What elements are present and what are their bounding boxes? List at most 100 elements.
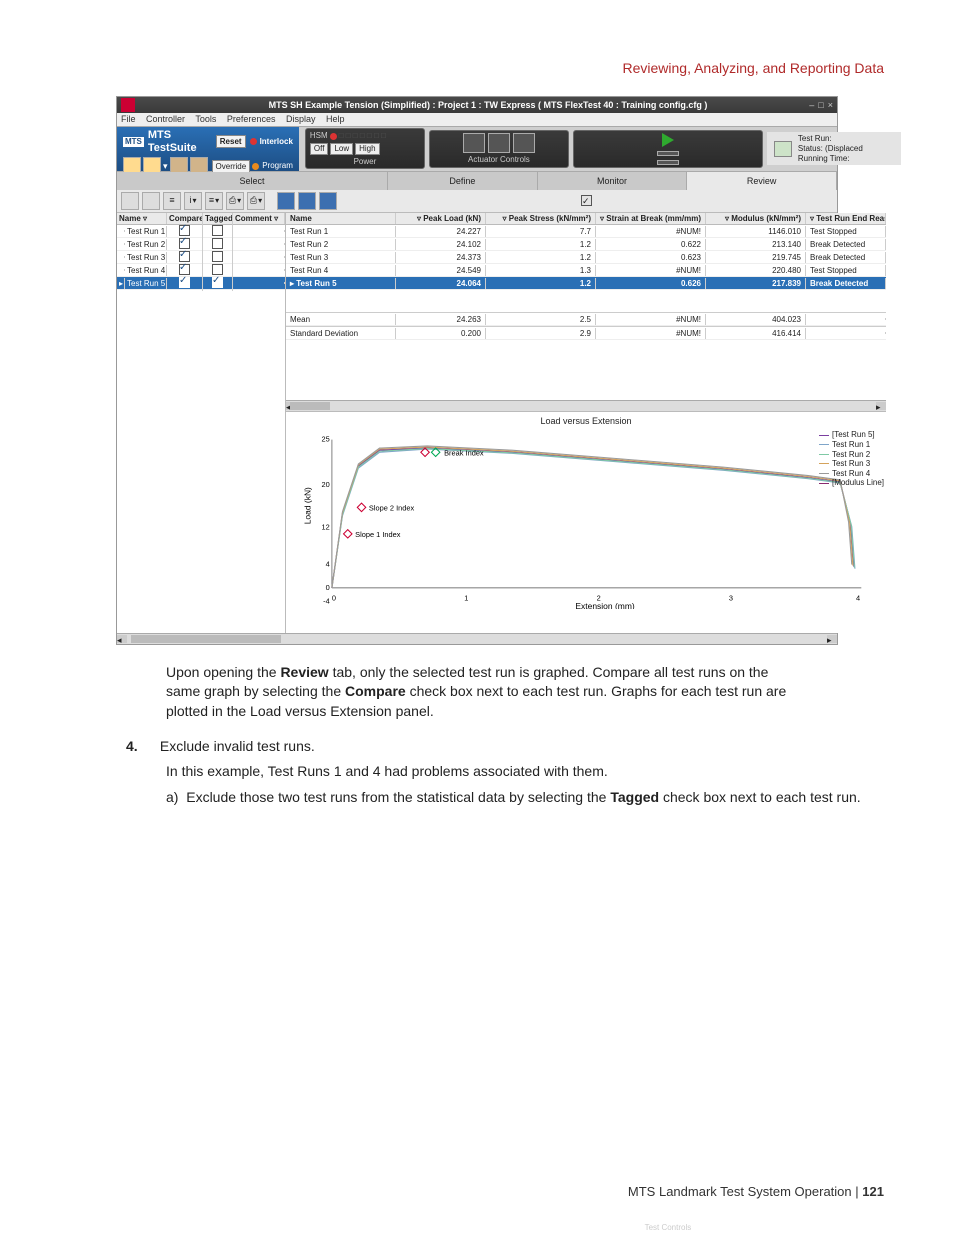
toolbar-icon[interactable]: i bbox=[184, 192, 202, 210]
app-icon bbox=[121, 98, 135, 112]
test-control-icon[interactable] bbox=[657, 151, 679, 156]
svg-text:12: 12 bbox=[322, 523, 330, 532]
override-button[interactable]: Override bbox=[212, 160, 251, 173]
run-row[interactable]: ▸Test Run 5 bbox=[117, 277, 285, 290]
section-header: Reviewing, Analyzing, and Reporting Data bbox=[70, 60, 884, 76]
legend-item: Test Run 1 bbox=[819, 440, 884, 450]
data-row[interactable]: Test Run 324.3731.20.623219.745Break Det… bbox=[286, 251, 886, 264]
hsm-label: HSM bbox=[310, 131, 328, 141]
comment-cell[interactable] bbox=[233, 269, 285, 271]
step-number: 4. bbox=[126, 738, 150, 754]
scroll-right-icon[interactable]: ▸ bbox=[876, 402, 886, 410]
menu-preferences[interactable]: Preferences bbox=[227, 114, 276, 124]
cell-name: Test Run 2 bbox=[286, 239, 396, 251]
col-name[interactable]: Name ▿ bbox=[117, 213, 167, 225]
data-row[interactable]: ▸ Test Run 524.0641.20.626217.839Break D… bbox=[286, 277, 886, 290]
actuator-icon[interactable] bbox=[488, 133, 510, 153]
actuator-icon[interactable] bbox=[463, 133, 485, 153]
ribbon-controller-panel: MTS MTS TestSuite Reset Interlock ▾ Over… bbox=[117, 127, 299, 171]
power-low-button[interactable]: Low bbox=[330, 143, 353, 155]
comment-cell[interactable] bbox=[233, 243, 285, 245]
tab-monitor[interactable]: Monitor bbox=[538, 172, 688, 190]
tab-define[interactable]: Define bbox=[388, 172, 538, 190]
toolbar-icon[interactable]: ⎙ bbox=[226, 192, 244, 210]
tagged-checkbox[interactable] bbox=[203, 276, 233, 292]
power-off-button[interactable]: Off bbox=[310, 143, 329, 155]
dcol-end[interactable]: ▿ Test Run End Reason bbox=[806, 213, 886, 225]
chart-title: Load versus Extension bbox=[290, 416, 882, 427]
menu-tools[interactable]: Tools bbox=[195, 114, 216, 124]
power-buttons: Off Low High bbox=[310, 143, 420, 155]
reset-button[interactable]: Reset bbox=[216, 135, 246, 148]
stat-stress: 2.9 bbox=[486, 328, 596, 340]
h-scrollbar[interactable]: ◂ ▸ bbox=[286, 400, 886, 411]
scroll-thumb[interactable] bbox=[290, 402, 330, 410]
comment-cell[interactable] bbox=[233, 256, 285, 258]
legend-item: Test Run 4 bbox=[819, 469, 884, 479]
power-high-button[interactable]: High bbox=[355, 143, 379, 155]
toolbar-icon[interactable]: ≡ bbox=[163, 192, 181, 210]
program-indicator: Program bbox=[252, 161, 293, 171]
ribbon: MTS MTS TestSuite Reset Interlock ▾ Over… bbox=[117, 126, 837, 172]
play-icon[interactable] bbox=[662, 133, 674, 147]
cell-stress: 1.3 bbox=[486, 265, 596, 277]
scroll-left-icon[interactable]: ◂ bbox=[117, 635, 127, 643]
toolbar-icon[interactable] bbox=[277, 192, 295, 210]
run-selector-grid: Name ▿ Compare ▿ Tagged ▿ Comment ▿ Test… bbox=[117, 213, 286, 633]
data-row[interactable]: Test Run 224.1021.20.622213.140Break Det… bbox=[286, 238, 886, 251]
cell-stress: 1.2 bbox=[486, 239, 596, 251]
comment-cell[interactable] bbox=[233, 282, 285, 284]
toolbar-icon[interactable] bbox=[319, 192, 337, 210]
toolbar-icon[interactable]: ≡ bbox=[205, 192, 223, 210]
menu-help[interactable]: Help bbox=[326, 114, 345, 124]
dcol-mod[interactable]: ▿ Modulus (kN/mm²) bbox=[706, 213, 806, 225]
toolbar-icon[interactable]: ⎙ bbox=[247, 192, 265, 210]
compare-checkbox[interactable] bbox=[167, 276, 203, 292]
test-control-icon[interactable] bbox=[657, 160, 679, 165]
data-row[interactable]: Test Run 424.5491.3#NUM!220.480Test Stop… bbox=[286, 264, 886, 277]
menu-controller[interactable]: Controller bbox=[146, 114, 185, 124]
stat-peak: 24.263 bbox=[396, 314, 486, 326]
page-footer: MTS Landmark Test System Operation | 121 bbox=[628, 1184, 884, 1199]
cell-peak: 24.064 bbox=[396, 278, 486, 290]
cell-strain: 0.626 bbox=[596, 278, 706, 290]
brand: MTS MTS TestSuite Reset Interlock bbox=[123, 129, 293, 155]
maximize-button[interactable]: □ bbox=[818, 100, 823, 111]
interlock-indicator: Interlock bbox=[250, 137, 293, 147]
tab-select[interactable]: Select bbox=[117, 172, 388, 190]
window-titlebar: MTS SH Example Tension (Simplified) : Pr… bbox=[117, 97, 837, 113]
data-row[interactable]: Test Run 124.2277.7#NUM!1146.010Test Sto… bbox=[286, 225, 886, 238]
svg-text:20: 20 bbox=[322, 480, 330, 489]
scroll-right-icon[interactable]: ▸ bbox=[827, 635, 837, 643]
toolbar-icon[interactable]: ✓ bbox=[581, 195, 592, 206]
review-toolbar: ≡ i ≡ ⎙ ⎙ ✓ bbox=[117, 190, 837, 213]
cell-name: Test Run 1 bbox=[286, 226, 396, 238]
cell-name: Test Run 4 bbox=[286, 265, 396, 277]
comment-cell[interactable] bbox=[233, 230, 285, 232]
results-pane: Name ▿ Peak Load (kN) ▿ Peak Stress (kN/… bbox=[286, 213, 886, 633]
toolbar-icon[interactable] bbox=[121, 192, 139, 210]
minimize-button[interactable]: – bbox=[809, 100, 814, 111]
dcol-name[interactable]: Name bbox=[286, 213, 396, 225]
stat-strain: #NUM! bbox=[596, 314, 706, 326]
cell-end: Break Detected bbox=[806, 239, 886, 251]
menu-file[interactable]: File bbox=[121, 114, 136, 124]
menu-display[interactable]: Display bbox=[286, 114, 316, 124]
dcol-strain[interactable]: ▿ Strain at Break (mm/mm) bbox=[596, 213, 706, 225]
scroll-thumb[interactable] bbox=[131, 635, 281, 643]
dcol-stress[interactable]: ▿ Peak Stress (kN/mm²) bbox=[486, 213, 596, 225]
hsm-dot-icon bbox=[330, 133, 337, 140]
dcol-peak[interactable]: ▿ Peak Load (kN) bbox=[396, 213, 486, 225]
col-comment[interactable]: Comment ▿ bbox=[233, 213, 285, 225]
toolbar-icon[interactable] bbox=[142, 192, 160, 210]
stat-row: Standard Deviation0.2002.9#NUM!416.414 bbox=[286, 326, 886, 340]
cell-mod: 213.140 bbox=[706, 239, 806, 251]
tab-review[interactable]: Review bbox=[687, 172, 837, 190]
svg-text:3: 3 bbox=[729, 594, 733, 603]
actuator-icon[interactable] bbox=[513, 133, 535, 153]
outer-h-scrollbar[interactable]: ◂ ▸ bbox=[117, 633, 837, 644]
run-name: Test Run 3 bbox=[125, 252, 167, 264]
close-button[interactable]: × bbox=[828, 100, 833, 111]
toolbar-icon[interactable] bbox=[298, 192, 316, 210]
cell-end: Test Stopped bbox=[806, 226, 886, 238]
